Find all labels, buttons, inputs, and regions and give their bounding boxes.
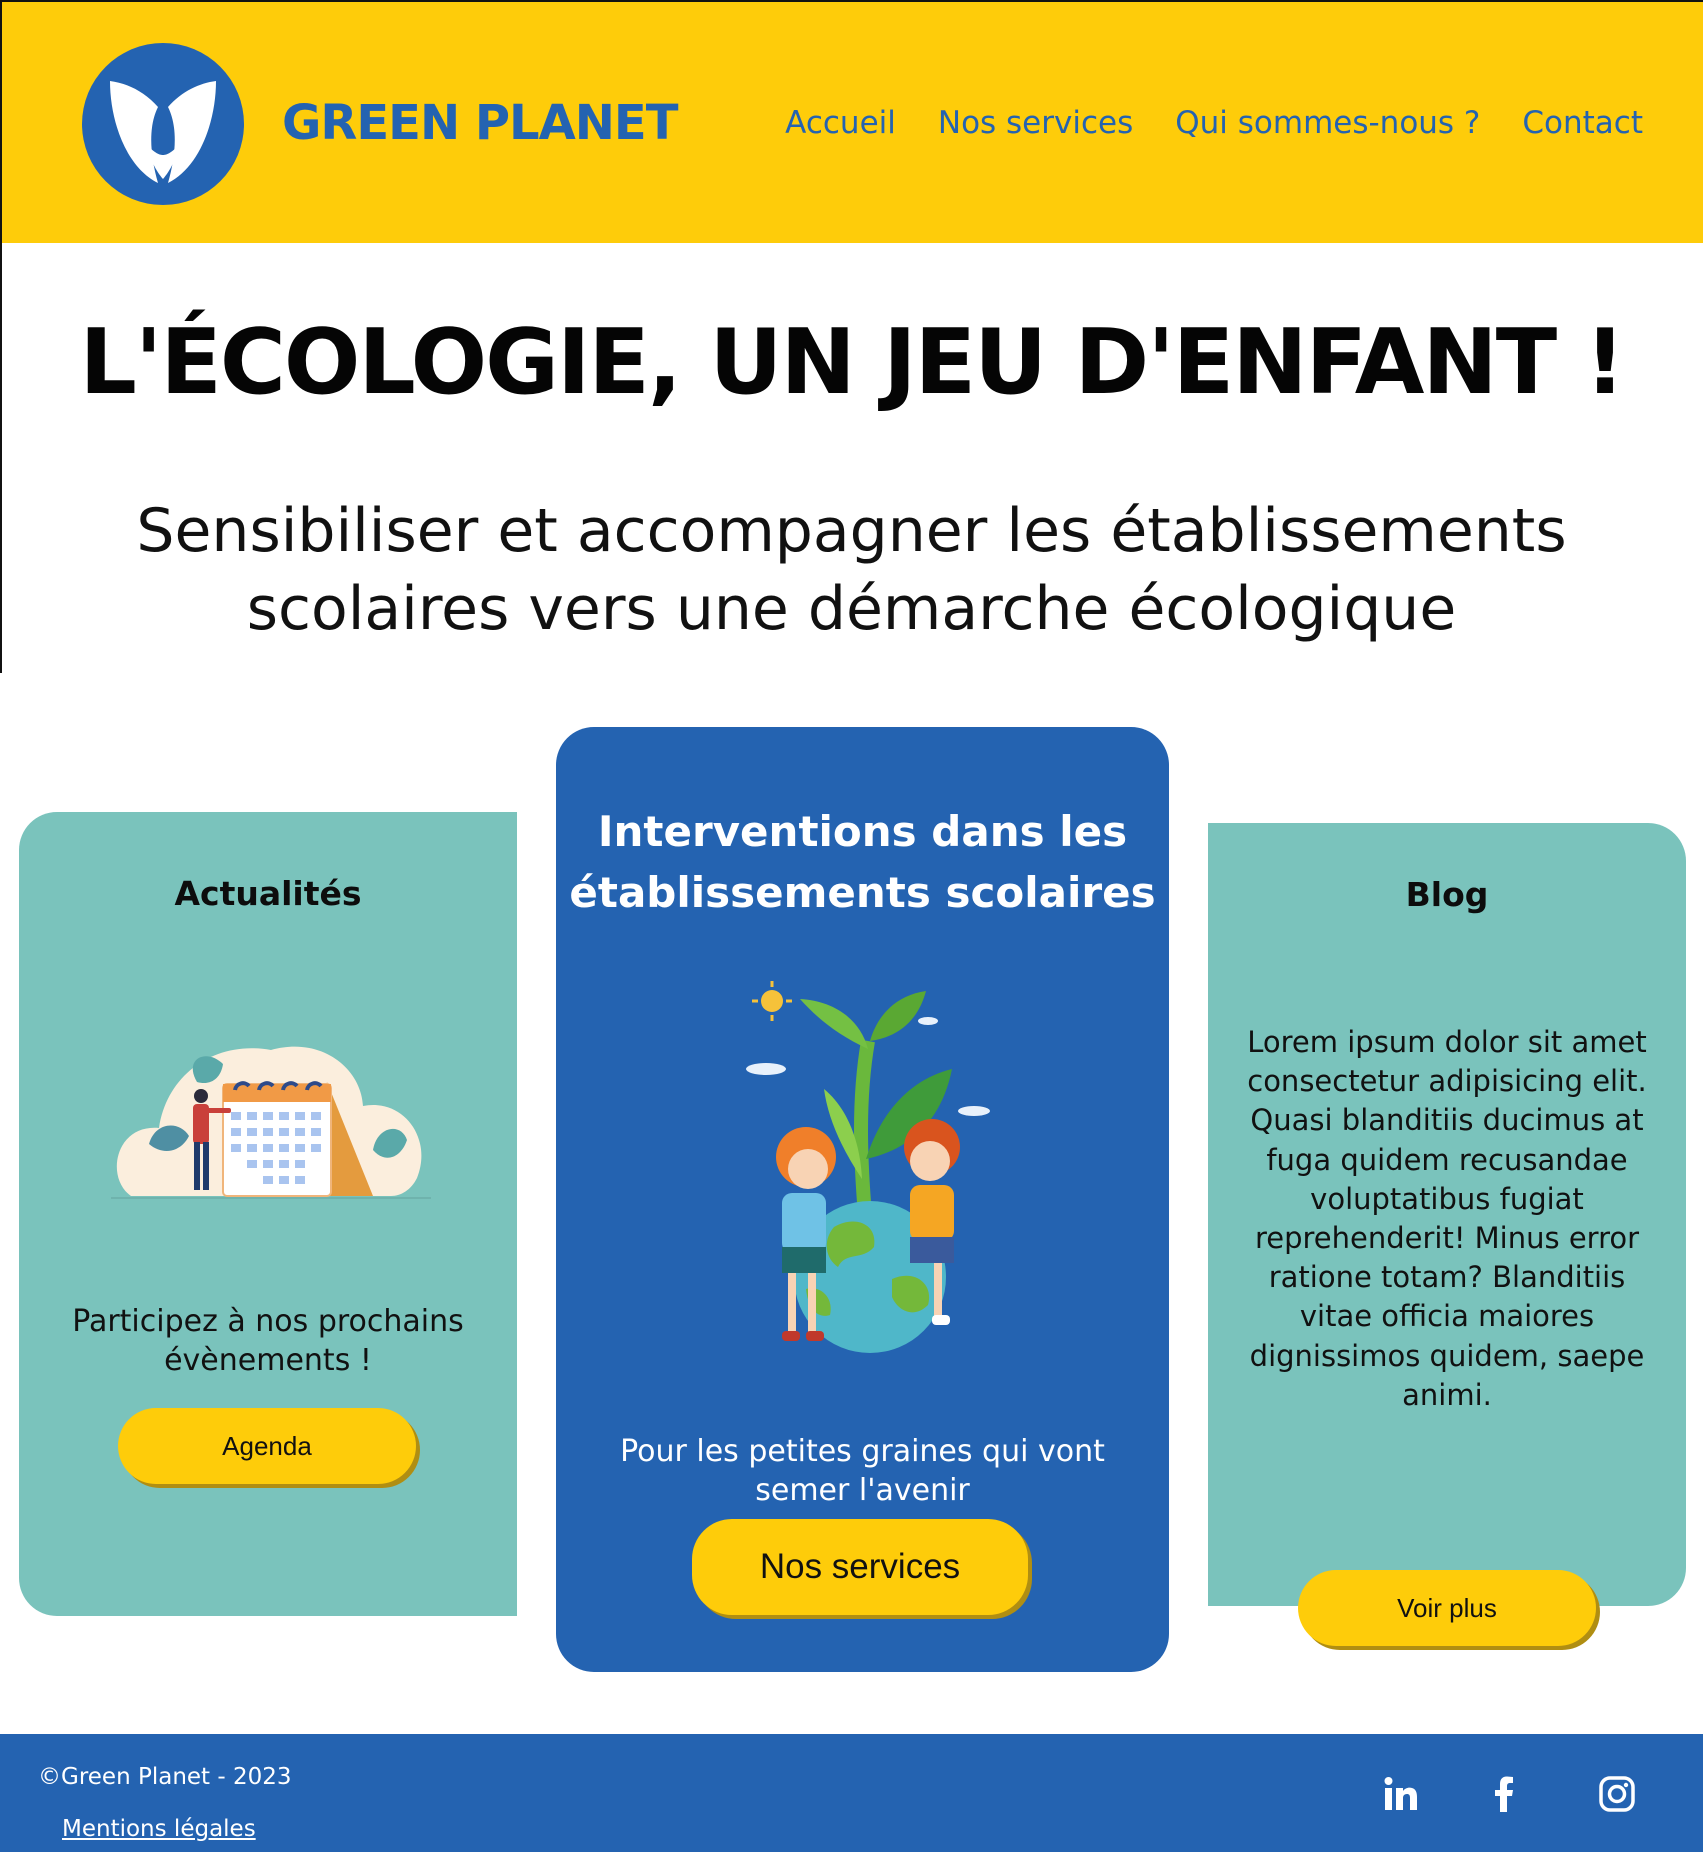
facebook-icon-graphic bbox=[1495, 1776, 1513, 1812]
blog-title: Blog bbox=[1405, 875, 1489, 914]
copyright: ©Green Planet - 2023 bbox=[38, 1764, 292, 1790]
services-text: Pour les petites graines qui vont semer … bbox=[556, 1432, 1169, 1510]
blog-card: Blog Lorem ipsum dolor sit amet consecte… bbox=[1208, 823, 1686, 1606]
site-header: GREEN PLANET Accueil Nos services Qui so… bbox=[0, 0, 1703, 243]
hero-title: L'ÉCOLOGIE, UN JEU D'ENFANT ! bbox=[79, 310, 1625, 415]
nav-qui-sommes-nous[interactable]: Qui sommes-nous ? bbox=[1175, 105, 1480, 141]
services-title-line-1: Interventions dans les bbox=[597, 807, 1128, 856]
linkedin-icon[interactable] bbox=[1381, 1774, 1421, 1814]
nav-nos-services[interactable]: Nos services bbox=[938, 105, 1133, 141]
leaf-logo-icon bbox=[110, 81, 216, 183]
blog-text-line: Quasi blanditiis ducimus at bbox=[1250, 1103, 1644, 1138]
hero-subtitle-line-1: Sensibiliser et accompagner les établiss… bbox=[136, 496, 1567, 566]
site-footer: ©Green Planet - 2023 Mentions légales bbox=[0, 1734, 1703, 1852]
main-nav: Accueil Nos services Qui sommes-nous ? C… bbox=[785, 105, 1643, 141]
blog-text-line: consectetur adipisicing elit. bbox=[1247, 1064, 1647, 1099]
hero-subtitle-line-2: scolaires vers une démarche écologique bbox=[246, 574, 1457, 644]
instagram-icon[interactable] bbox=[1597, 1774, 1637, 1814]
hero-subtitle: Sensibiliser et accompagner les établiss… bbox=[0, 492, 1703, 648]
blog-text-line: Lorem ipsum dolor sit amet bbox=[1247, 1025, 1647, 1059]
services-text-line-2: semer l'avenir bbox=[755, 1473, 970, 1508]
nav-accueil[interactable]: Accueil bbox=[785, 105, 896, 141]
blog-text-line: reprehenderit! Minus error bbox=[1254, 1221, 1640, 1256]
services-card: Interventions dans les établissements sc… bbox=[556, 727, 1169, 1672]
services-text-line-1: Pour les petites graines qui vont bbox=[620, 1434, 1105, 1469]
news-text-line-2: évènements ! bbox=[164, 1343, 372, 1378]
news-title: Actualités bbox=[174, 874, 362, 913]
instagram-icon-graphic bbox=[1599, 1776, 1635, 1812]
blog-text-line: fuga quidem recusandae bbox=[1266, 1142, 1628, 1177]
nav-contact[interactable]: Contact bbox=[1522, 105, 1643, 141]
blog-text-line: voluptatibus fugiat bbox=[1310, 1181, 1584, 1216]
news-card: Actualités Participez à nos prochains év… bbox=[19, 812, 517, 1616]
agenda-button[interactable]: Agenda bbox=[118, 1408, 416, 1484]
news-text: Participez à nos prochains évènements ! bbox=[19, 1302, 517, 1380]
blog-text-line: dignissimos quidem, saepe bbox=[1249, 1338, 1645, 1373]
brand-name: GREEN PLANET bbox=[282, 95, 678, 151]
blog-text-line: ratione totam? Blanditiis bbox=[1268, 1260, 1626, 1295]
facebook-icon[interactable] bbox=[1485, 1774, 1525, 1814]
nos-services-button[interactable]: Nos services bbox=[692, 1519, 1028, 1615]
services-title-line-2: établissements scolaires bbox=[569, 868, 1156, 917]
blog-text-line: animi. bbox=[1402, 1377, 1492, 1412]
blog-text: Lorem ipsum dolor sit amet consectetur a… bbox=[1208, 1023, 1686, 1415]
legal-link[interactable]: Mentions légales bbox=[62, 1816, 256, 1842]
voir-plus-button[interactable]: Voir plus bbox=[1298, 1570, 1596, 1646]
logo[interactable] bbox=[82, 43, 244, 205]
news-text-line-1: Participez à nos prochains bbox=[72, 1304, 464, 1339]
services-title: Interventions dans les établissements sc… bbox=[556, 801, 1169, 923]
calendar-illustration-icon bbox=[111, 1046, 431, 1199]
blog-text-line: vitae officia maiores bbox=[1299, 1299, 1595, 1334]
kids-planet-illustration-icon bbox=[746, 981, 990, 1353]
linkedin-icon-graphic bbox=[1384, 1777, 1417, 1810]
